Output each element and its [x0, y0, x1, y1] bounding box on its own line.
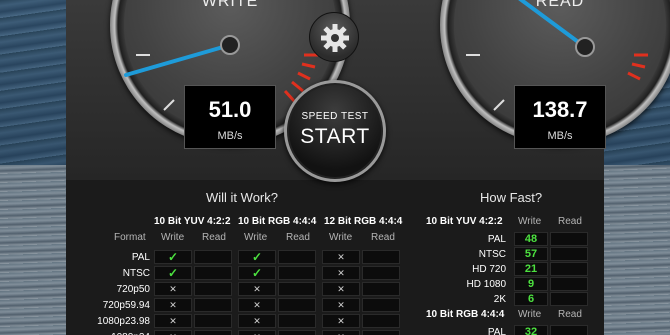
will-group-1: 10 Bit YUV 4:2:2: [154, 216, 231, 227]
write-fps-value: 6: [514, 292, 548, 306]
read-gauge-label: READ: [535, 0, 585, 10]
format-label: PAL: [487, 327, 506, 335]
write-speed-value: 51.0: [208, 97, 252, 122]
will-group-2: 10 Bit RGB 4:4:4: [238, 216, 317, 227]
read-gauge: READ 138.7 MB/s: [440, 0, 670, 149]
write-fps-value: 21: [514, 262, 548, 276]
disk-speed-test-window: WRITE 51.0 MB/s READ 138.7 MB/s SPEED TE…: [66, 0, 670, 335]
how-fast-write-header: Write: [518, 216, 542, 227]
table-row: PAL 48: [66, 232, 604, 247]
read-fps-value: [550, 247, 588, 261]
read-fps-value: [550, 325, 588, 335]
how-fast-write-header: Write: [518, 309, 542, 320]
will-it-work-title: Will it Work?: [206, 190, 278, 205]
read-fps-value: [550, 277, 588, 291]
format-label: PAL: [487, 234, 506, 245]
how-fast-title: How Fast?: [480, 190, 543, 205]
read-speed-unit: MB/s: [547, 130, 573, 142]
read-fps-value: [550, 262, 588, 276]
will-group-3: 12 Bit RGB 4:4:4: [324, 216, 403, 227]
write-gauge-label: WRITE: [201, 0, 259, 10]
write-fps-value: 32: [514, 325, 548, 335]
write-fps-value: 9: [514, 277, 548, 291]
read-fps-value: [550, 292, 588, 306]
write-fps-value: 48: [514, 232, 548, 246]
table-row: HD 720 21: [66, 262, 604, 277]
write-readout: 51.0 MB/s: [184, 85, 276, 149]
table-row: PAL 32: [66, 325, 604, 335]
read-speed-value: 138.7: [532, 97, 588, 122]
read-readout: 138.7 MB/s: [514, 85, 606, 149]
write-needle-hub: [220, 35, 240, 55]
format-label: NTSC: [478, 249, 506, 260]
start-speed-test-button[interactable]: SPEED TEST START: [284, 80, 386, 182]
table-row: HD 1080 9: [66, 277, 604, 292]
format-label: 2K: [493, 294, 506, 305]
read-needle-hub: [575, 37, 595, 57]
how-fast-group: 10 Bit YUV 4:2:2: [426, 216, 503, 227]
write-needle: [124, 43, 232, 77]
start-button-sublabel: SPEED TEST: [301, 111, 369, 122]
format-label: HD 1080: [466, 279, 506, 290]
how-fast-read-header: Read: [558, 216, 582, 227]
write-speed-unit: MB/s: [217, 130, 243, 142]
format-label: HD 720: [472, 264, 506, 275]
read-fps-value: [550, 232, 588, 246]
table-row: 2K 6: [66, 292, 604, 307]
start-button-label: START: [300, 125, 370, 148]
settings-button[interactable]: [309, 12, 359, 62]
write-fps-value: 57: [514, 247, 548, 261]
how-fast-group: 10 Bit RGB 4:4:4: [426, 309, 505, 320]
gear-icon: [321, 24, 349, 52]
how-fast-read-header: Read: [558, 309, 582, 320]
table-row: NTSC 57: [66, 247, 604, 262]
